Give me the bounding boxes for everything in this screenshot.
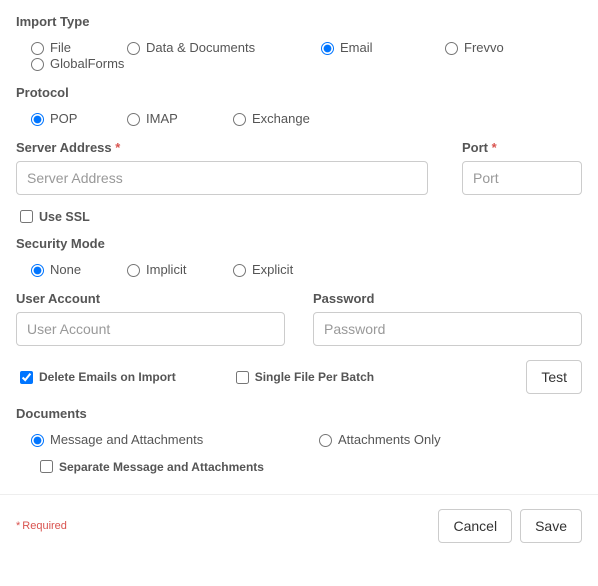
single-file-label: Single File Per Batch [255, 370, 374, 384]
documents-attachments-only[interactable]: Attachments Only [314, 431, 441, 447]
documents-attachments-only-label: Attachments Only [338, 432, 441, 447]
documents-group: Message and Attachments Attachments Only [16, 431, 582, 447]
import-type-data-docs-label: Data & Documents [146, 40, 255, 55]
protocol-pop-radio[interactable] [31, 113, 44, 126]
import-type-globalforms[interactable]: GlobalForms [26, 55, 124, 71]
port-label-text: Port [462, 140, 488, 155]
security-mode-none[interactable]: None [26, 261, 98, 277]
protocol-exchange-radio[interactable] [233, 113, 246, 126]
footer-separator [0, 494, 598, 495]
password-input[interactable] [313, 312, 582, 346]
delete-emails-label: Delete Emails on Import [39, 370, 176, 384]
single-file-per-batch[interactable]: Single File Per Batch [232, 368, 374, 387]
server-address-label-text: Server Address [16, 140, 112, 155]
single-file-checkbox[interactable] [236, 371, 249, 384]
required-star-icon: * [492, 140, 497, 155]
test-button[interactable]: Test [526, 360, 582, 394]
import-type-globalforms-label: GlobalForms [50, 56, 124, 71]
import-type-email-label: Email [340, 40, 373, 55]
import-type-frevvo-radio[interactable] [445, 42, 458, 55]
protocol-imap-radio[interactable] [127, 113, 140, 126]
server-address-label: Server Address * [16, 140, 428, 155]
delete-emails-checkbox[interactable] [20, 371, 33, 384]
save-button[interactable]: Save [520, 509, 582, 543]
password-label: Password [313, 291, 582, 306]
documents-label: Documents [16, 406, 582, 421]
import-type-file-label: File [50, 40, 71, 55]
import-type-data-docs[interactable]: Data & Documents [122, 39, 292, 55]
separate-message-attachments[interactable]: Separate Message and Attachments [36, 457, 582, 476]
import-type-file[interactable]: File [26, 39, 98, 55]
import-type-email-radio[interactable] [321, 42, 334, 55]
server-address-input[interactable] [16, 161, 428, 195]
security-mode-explicit-label: Explicit [252, 262, 293, 277]
protocol-imap[interactable]: IMAP [122, 110, 204, 126]
security-mode-explicit-radio[interactable] [233, 264, 246, 277]
documents-message-attachments-label: Message and Attachments [50, 432, 203, 447]
required-note-text: Required [22, 520, 67, 532]
documents-message-attachments[interactable]: Message and Attachments [26, 431, 290, 447]
import-type-email[interactable]: Email [316, 39, 416, 55]
required-star-icon: * [115, 140, 120, 155]
user-account-input[interactable] [16, 312, 285, 346]
security-mode-explicit[interactable]: Explicit [228, 261, 293, 277]
port-label: Port * [462, 140, 582, 155]
delete-emails[interactable]: Delete Emails on Import [16, 368, 176, 387]
documents-attachments-only-radio[interactable] [319, 434, 332, 447]
security-mode-implicit-radio[interactable] [127, 264, 140, 277]
import-type-group: File Data & Documents Email Frevvo Globa… [16, 39, 582, 71]
security-mode-label: Security Mode [16, 236, 582, 251]
user-account-label: User Account [16, 291, 285, 306]
required-star-icon: * [16, 520, 20, 532]
import-type-frevvo-label: Frevvo [464, 40, 504, 55]
security-mode-none-label: None [50, 262, 81, 277]
import-type-data-docs-radio[interactable] [127, 42, 140, 55]
security-mode-group: None Implicit Explicit [16, 261, 582, 277]
cancel-button[interactable]: Cancel [438, 509, 512, 543]
use-ssl-checkbox[interactable] [20, 210, 33, 223]
import-type-globalforms-radio[interactable] [31, 58, 44, 71]
protocol-pop[interactable]: POP [26, 110, 98, 126]
use-ssl-label: Use SSL [39, 210, 90, 224]
required-note: *Required [16, 520, 67, 532]
separate-message-label: Separate Message and Attachments [59, 460, 264, 474]
security-mode-none-radio[interactable] [31, 264, 44, 277]
security-mode-implicit[interactable]: Implicit [122, 261, 204, 277]
protocol-exchange-label: Exchange [252, 111, 310, 126]
import-type-label: Import Type [16, 14, 582, 29]
protocol-exchange[interactable]: Exchange [228, 110, 310, 126]
use-ssl[interactable]: Use SSL [16, 207, 582, 226]
protocol-group: POP IMAP Exchange [16, 110, 582, 126]
port-input[interactable] [462, 161, 582, 195]
separate-message-checkbox[interactable] [40, 460, 53, 473]
protocol-imap-label: IMAP [146, 111, 178, 126]
import-type-frevvo[interactable]: Frevvo [440, 39, 530, 55]
import-type-file-radio[interactable] [31, 42, 44, 55]
documents-message-attachments-radio[interactable] [31, 434, 44, 447]
security-mode-implicit-label: Implicit [146, 262, 186, 277]
protocol-label: Protocol [16, 85, 582, 100]
protocol-pop-label: POP [50, 111, 77, 126]
